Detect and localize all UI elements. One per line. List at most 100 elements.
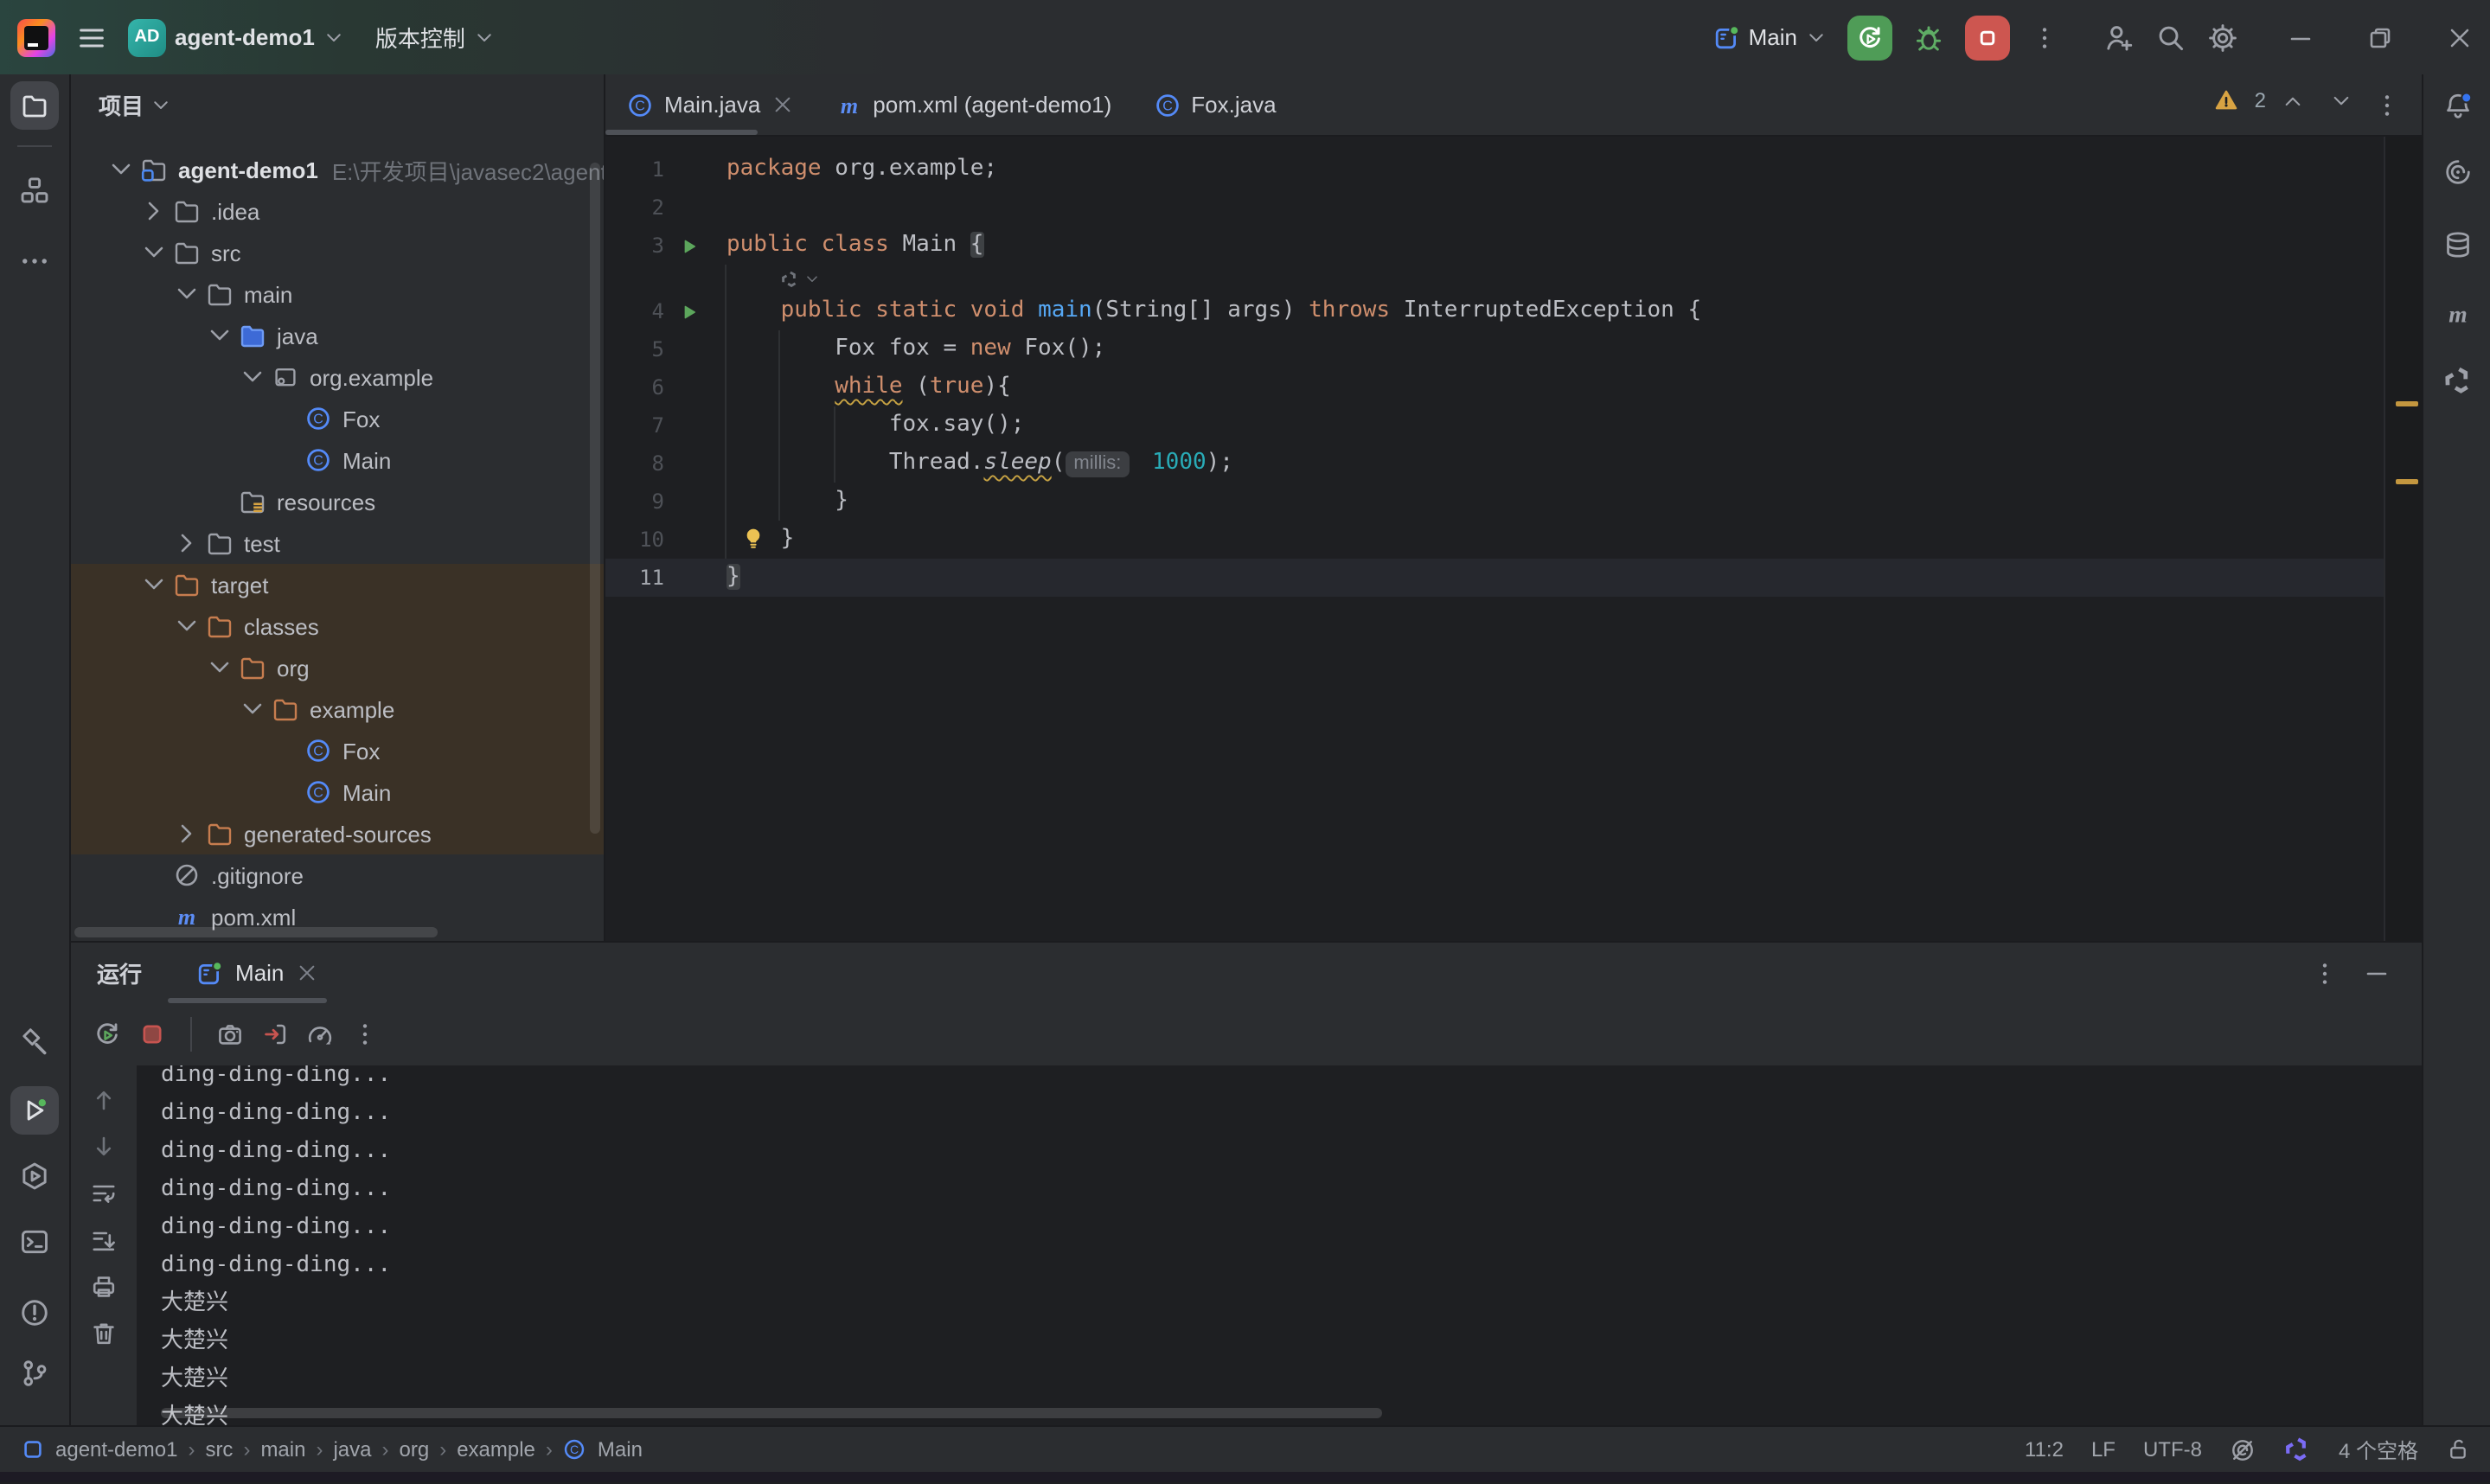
code-line-8[interactable]: 8 Thread.sleep(millis: 1000); [605, 445, 2422, 483]
run-console[interactable]: ding-ding-ding...ding-ding-ding...ding-d… [137, 1066, 2422, 1425]
settings-gear-icon[interactable] [2207, 22, 2238, 53]
tree-item-fox[interactable]: CFox [71, 398, 604, 439]
clear-all-icon[interactable] [90, 1321, 118, 1348]
chevron-down-icon[interactable] [140, 239, 168, 266]
inspections-widget[interactable]: 2 [2215, 88, 2352, 112]
window-minimize-icon[interactable] [2287, 23, 2314, 51]
code-line-2[interactable]: 2 [605, 189, 2422, 227]
tree-item-main[interactable]: main [71, 273, 604, 315]
project-selector[interactable]: AD agent-demo1 [118, 11, 355, 63]
breadcrumb-item[interactable]: example [457, 1437, 535, 1462]
stop-button[interactable] [1965, 15, 2010, 60]
tree-item-main[interactable]: CMain [71, 439, 604, 481]
code-line-7[interactable]: 7 fox.say(); [605, 406, 2422, 445]
run-gutter-icon[interactable] [679, 302, 698, 321]
code-line-4[interactable]: 4 public static void main(String[] args)… [605, 292, 2422, 330]
code-line-5[interactable]: 5 Fox fox = new Fox(); [605, 330, 2422, 368]
tree-item-org[interactable]: org [71, 647, 604, 688]
tree-item-target[interactable]: target [71, 564, 604, 605]
tree-vertical-scrollbar[interactable] [590, 163, 600, 834]
breadcrumb-item[interactable]: main [260, 1437, 305, 1462]
print-icon[interactable] [90, 1274, 118, 1302]
main-menu-icon[interactable] [76, 22, 107, 53]
services-tool-icon[interactable] [19, 1161, 50, 1192]
lingma-status-icon[interactable] [2283, 1436, 2311, 1463]
chevron-down-icon[interactable] [206, 654, 234, 681]
chevron-down-icon[interactable] [140, 571, 168, 598]
ai-codelens-inlay[interactable] [605, 265, 2422, 292]
tree-item-classes[interactable]: classes [71, 605, 604, 647]
breadcrumb-item[interactable]: agent-demo1 [55, 1437, 177, 1462]
breadcrumb-item[interactable]: org [400, 1437, 430, 1462]
soft-wrap-icon[interactable] [90, 1180, 118, 1208]
rerun-button[interactable] [1847, 15, 1892, 60]
console-horizontal-scrollbar[interactable] [161, 1408, 1382, 1418]
close-tab-icon[interactable] [296, 963, 318, 985]
line-separator[interactable]: LF [2091, 1437, 2116, 1462]
breadcrumb-item[interactable]: src [205, 1437, 233, 1462]
highlighting-level-icon[interactable] [2230, 1436, 2256, 1462]
run-panel-options-icon[interactable] [2311, 960, 2339, 988]
tree-item-src[interactable]: src [71, 232, 604, 273]
next-occurrence-icon[interactable] [90, 1134, 118, 1161]
run-tab[interactable]: Main [195, 960, 318, 988]
chevron-down-icon[interactable] [173, 612, 201, 640]
database-tool-icon[interactable] [2442, 230, 2472, 259]
search-everywhere-icon[interactable] [2155, 22, 2186, 53]
debug-icon[interactable] [1913, 22, 1944, 53]
editor-tab-fox-java[interactable]: CFox.java [1132, 74, 1296, 135]
caret-position[interactable]: 11:2 [2025, 1437, 2064, 1462]
chevron-down-icon[interactable] [206, 322, 234, 349]
tree-item-fox[interactable]: CFox [71, 730, 604, 771]
code-with-me-icon[interactable] [2103, 22, 2135, 53]
stop-icon[interactable] [138, 1021, 166, 1049]
git-tool-icon[interactable] [19, 1358, 50, 1389]
code-line-11[interactable]: 11} [605, 559, 2422, 597]
close-tab-icon[interactable] [771, 93, 793, 116]
chevron-down-icon[interactable] [239, 363, 266, 391]
lingma-plugin-icon[interactable] [2442, 365, 2473, 396]
exit-icon[interactable] [261, 1021, 289, 1049]
lock-open-icon[interactable] [2446, 1437, 2470, 1462]
run-tool-button[interactable] [10, 1086, 59, 1135]
window-close-icon[interactable] [2446, 23, 2474, 51]
tab-options-icon[interactable] [2373, 91, 2401, 118]
tree-item-example[interactable]: example [71, 688, 604, 730]
tree-item-test[interactable]: test [71, 522, 604, 564]
rerun-icon[interactable] [93, 1021, 121, 1049]
structure-tool-icon[interactable] [19, 175, 50, 206]
run-configuration-selector[interactable]: Main [1712, 23, 1827, 51]
problems-tool-icon[interactable] [19, 1297, 50, 1328]
breadcrumb-item[interactable]: Main [598, 1437, 643, 1462]
tree-item--idea[interactable]: .idea [71, 190, 604, 232]
editor-tab-pom-xml-agent-demo1-[interactable]: mpom.xml (agent-demo1) [814, 74, 1132, 135]
intention-bulb-icon[interactable] [740, 526, 766, 552]
code-line-3[interactable]: 3public class Main { [605, 227, 2422, 265]
chevron-right-icon[interactable] [173, 820, 201, 848]
prev-warning-icon[interactable] [2282, 89, 2304, 112]
more-actions-icon[interactable] [2031, 23, 2058, 51]
console-more-icon[interactable] [351, 1021, 379, 1049]
chevron-down-icon[interactable] [173, 280, 201, 308]
chevron-down-icon[interactable] [107, 156, 135, 183]
profiler-gauge-icon[interactable] [306, 1021, 334, 1049]
code-line-9[interactable]: 9 } [605, 483, 2422, 521]
breadcrumb-item[interactable]: java [333, 1437, 371, 1462]
chevron-right-icon[interactable] [173, 529, 201, 557]
ai-assistant-icon[interactable] [2442, 157, 2472, 187]
file-encoding[interactable]: UTF-8 [2143, 1437, 2202, 1462]
vcs-widget[interactable]: 版本控制 [365, 14, 505, 61]
chevron-down-icon[interactable] [239, 695, 266, 723]
notifications-bell-icon[interactable] [2442, 92, 2472, 121]
tree-item-main[interactable]: CMain [71, 771, 604, 813]
tree-item--gitignore[interactable]: .gitignore [71, 854, 604, 896]
tree-item-resources[interactable]: resources [71, 481, 604, 522]
scroll-to-end-icon[interactable] [90, 1227, 118, 1255]
project-tool-button[interactable] [10, 81, 59, 130]
tree-item-generated-sources[interactable]: generated-sources [71, 813, 604, 854]
run-gutter-icon[interactable] [679, 236, 698, 255]
terminal-tool-icon[interactable] [19, 1226, 50, 1257]
next-warning-icon[interactable] [2330, 89, 2352, 112]
hide-panel-icon[interactable] [2363, 960, 2391, 988]
editor-tab-main-java[interactable]: CMain.java [605, 74, 814, 135]
